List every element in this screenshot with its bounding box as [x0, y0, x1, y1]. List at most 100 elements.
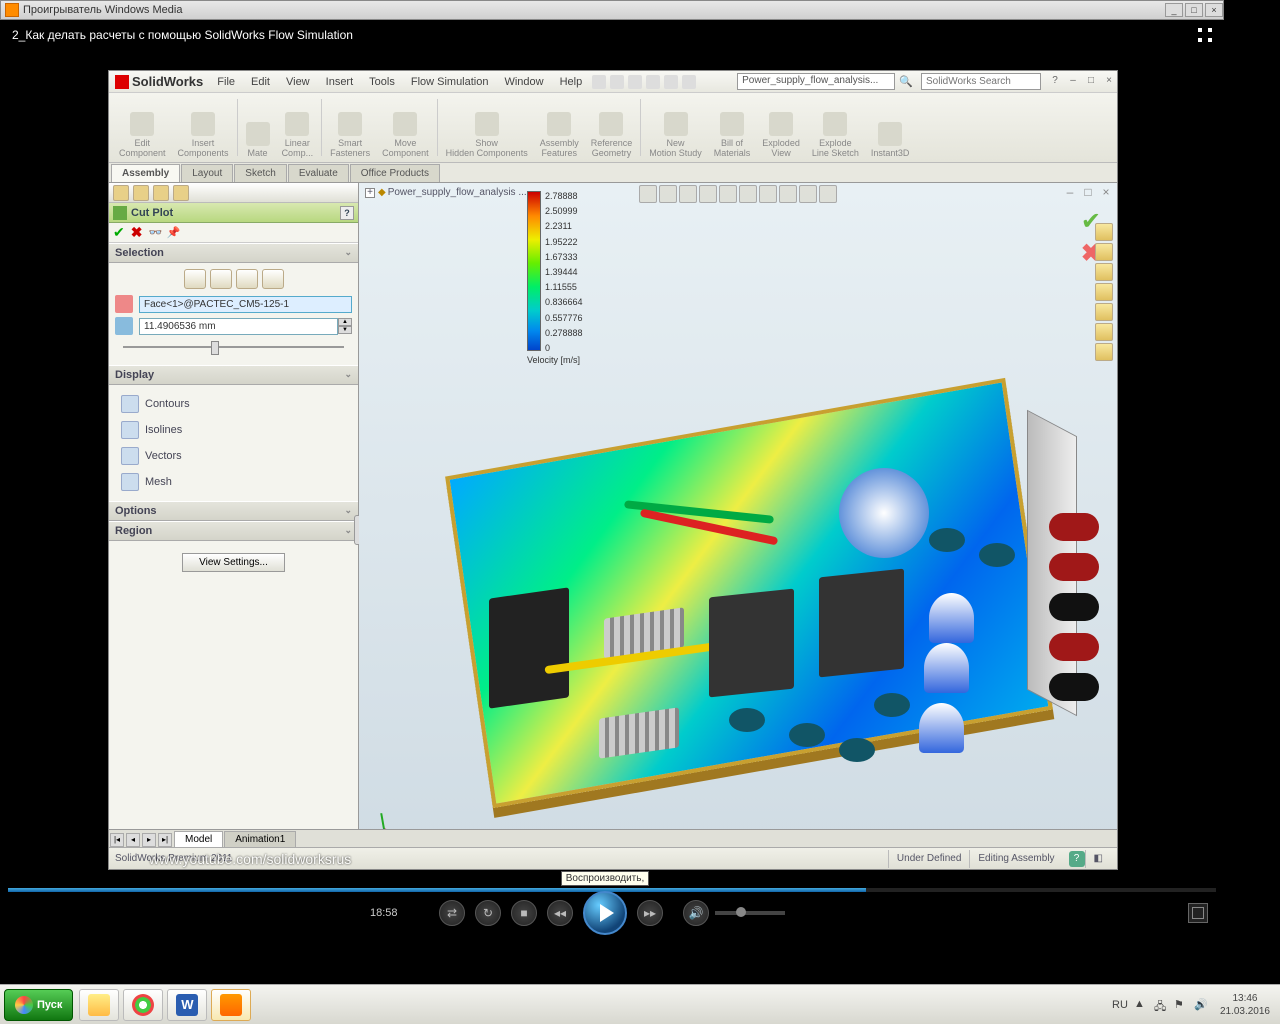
sw-close-button[interactable]: ×: [1101, 75, 1117, 89]
ribbon-move-component[interactable]: MoveComponent: [376, 95, 435, 160]
task-view-palette-icon[interactable]: [1095, 283, 1113, 301]
wmp-minimize-button[interactable]: _: [1165, 3, 1183, 17]
selection-3d-icon[interactable]: [262, 269, 284, 289]
bottom-tab-animation1[interactable]: Animation1: [224, 831, 296, 847]
sw-menu-edit[interactable]: Edit: [243, 76, 278, 88]
display-mesh[interactable]: Mesh: [115, 469, 352, 495]
pm-display-header[interactable]: Display⌄: [109, 365, 358, 385]
sw-document-selector[interactable]: Power_supply_flow_analysis...: [737, 73, 895, 90]
view-settings-icon[interactable]: [819, 185, 837, 203]
tray-language[interactable]: RU: [1112, 999, 1128, 1011]
tray-network-icon[interactable]: 🖧: [1154, 998, 1168, 1012]
face-selection-input[interactable]: Face<1>@PACTEC_CM5-125-1: [139, 296, 352, 313]
taskbar-explorer[interactable]: [79, 989, 119, 1021]
offset-slider[interactable]: [123, 339, 344, 355]
wmp-titlebar[interactable]: Проигрыватель Windows Media _ □ ×: [0, 0, 1224, 20]
sw-menu-help[interactable]: Help: [552, 76, 591, 88]
task-design-lib-icon[interactable]: [1095, 243, 1113, 261]
sw-menu-flowsim[interactable]: Flow Simulation: [403, 76, 497, 88]
wmp-maximize-button[interactable]: □: [1185, 3, 1203, 17]
view-settings-button[interactable]: View Settings...: [182, 553, 285, 572]
pm-selection-header[interactable]: Selection⌄: [109, 243, 358, 263]
view-orient-icon[interactable]: [719, 185, 737, 203]
tree-tab-feature-icon[interactable]: [113, 185, 129, 201]
task-flowsim-icon[interactable]: [1095, 343, 1113, 361]
ribbon-instant3d[interactable]: Instant3D: [865, 95, 916, 160]
scene-icon[interactable]: [799, 185, 817, 203]
selection-plane-icon[interactable]: [184, 269, 206, 289]
ribbon-reference-geometry[interactable]: ReferenceGeometry: [585, 95, 639, 160]
bottom-tab-model[interactable]: Model: [174, 831, 223, 847]
wmp-shuffle-button[interactable]: ⇄: [439, 900, 465, 926]
tab-office-products[interactable]: Office Products: [350, 164, 440, 182]
wmp-play-button[interactable]: Воспроизводить,: [583, 891, 627, 935]
tab-assembly[interactable]: Assembly: [111, 164, 180, 182]
status-custom-icon[interactable]: ◧: [1085, 850, 1111, 868]
pm-pin-icon[interactable]: 📌: [166, 226, 180, 240]
sw-qat-rebuild-icon[interactable]: [664, 75, 678, 89]
task-file-explorer-icon[interactable]: [1095, 263, 1113, 281]
wmp-next-button[interactable]: ▸▸: [637, 900, 663, 926]
wmp-volume-slider[interactable]: [715, 911, 785, 915]
hide-show-icon[interactable]: [759, 185, 777, 203]
tree-expand-icon[interactable]: +: [365, 188, 375, 198]
sw-qat-options-icon[interactable]: [682, 75, 696, 89]
selection-iso-icon[interactable]: [210, 269, 232, 289]
display-contours[interactable]: Contours: [115, 391, 352, 417]
ribbon-motion-study[interactable]: NewMotion Study: [643, 95, 708, 160]
taskbar-chrome[interactable]: [123, 989, 163, 1021]
ribbon-edit-component[interactable]: EditComponent: [113, 95, 172, 160]
pm-region-header[interactable]: Region⌄: [109, 521, 358, 541]
sw-menu-window[interactable]: Window: [496, 76, 551, 88]
gfx-min-icon[interactable]: –: [1063, 185, 1077, 199]
tray-flag-icon[interactable]: ▲: [1134, 998, 1148, 1012]
sw-menu-view[interactable]: View: [278, 76, 318, 88]
ribbon-bom[interactable]: Bill ofMaterials: [708, 95, 757, 160]
pm-options-header[interactable]: Options⌄: [109, 501, 358, 521]
tab-scroll-last-icon[interactable]: ▸|: [158, 833, 172, 847]
tab-scroll-prev-icon[interactable]: ◂: [126, 833, 140, 847]
start-button[interactable]: Пуск: [4, 989, 73, 1021]
gfx-close-icon[interactable]: ×: [1099, 185, 1113, 199]
gfx-max-icon[interactable]: □: [1081, 185, 1095, 199]
tree-tab-dim-icon[interactable]: [173, 185, 189, 201]
pm-cancel-button[interactable]: ✖: [131, 224, 143, 241]
task-custom-props-icon[interactable]: [1095, 323, 1113, 341]
tray-clock[interactable]: 13:46 21.03.2016: [1214, 992, 1276, 1018]
wmp-repeat-button[interactable]: ↻: [475, 900, 501, 926]
task-resources-icon[interactable]: [1095, 223, 1113, 241]
wmp-close-button[interactable]: ×: [1205, 3, 1223, 17]
task-appearances-icon[interactable]: [1095, 303, 1113, 321]
wmp-stop-button[interactable]: ■: [511, 900, 537, 926]
tray-action-icon[interactable]: ⚑: [1174, 998, 1188, 1012]
section-view-icon[interactable]: [699, 185, 717, 203]
face-select-icon[interactable]: [115, 295, 133, 313]
ribbon-explode-line[interactable]: ExplodeLine Sketch: [806, 95, 865, 160]
tab-sketch[interactable]: Sketch: [234, 164, 287, 182]
pm-help-button[interactable]: ?: [340, 206, 354, 220]
ribbon-mate[interactable]: Mate: [240, 95, 276, 160]
zoom-area-icon[interactable]: [659, 185, 677, 203]
ribbon-show-hidden[interactable]: ShowHidden Components: [440, 95, 534, 160]
sw-restore-button[interactable]: □: [1083, 75, 1099, 89]
ribbon-insert-components[interactable]: InsertComponents: [172, 95, 235, 160]
prev-view-icon[interactable]: [679, 185, 697, 203]
pm-ok-button[interactable]: ✔: [113, 224, 125, 241]
tab-evaluate[interactable]: Evaluate: [288, 164, 349, 182]
taskbar-wmp[interactable]: [211, 989, 251, 1021]
appearance-icon[interactable]: [779, 185, 797, 203]
tree-tab-property-icon[interactable]: [133, 185, 149, 201]
wmp-view-switch-button[interactable]: [1188, 903, 1208, 923]
sw-minimize-button[interactable]: –: [1065, 75, 1081, 89]
sw-search-input[interactable]: [921, 73, 1041, 90]
sw-qat-open-icon[interactable]: [610, 75, 624, 89]
wmp-prev-button[interactable]: ◂◂: [547, 900, 573, 926]
display-isolines[interactable]: Isolines: [115, 417, 352, 443]
sw-help-icon[interactable]: ?: [1047, 75, 1063, 89]
offset-input[interactable]: 11.4906536 mm: [139, 318, 338, 335]
pm-preview-icon[interactable]: 👓: [148, 226, 162, 240]
sw-qat-print-icon[interactable]: [646, 75, 660, 89]
tab-scroll-next-icon[interactable]: ▸: [142, 833, 156, 847]
gfx-flyout-tree[interactable]: + ◆ Power_supply_flow_analysis ...: [365, 187, 527, 198]
sw-qat-new-icon[interactable]: [592, 75, 606, 89]
